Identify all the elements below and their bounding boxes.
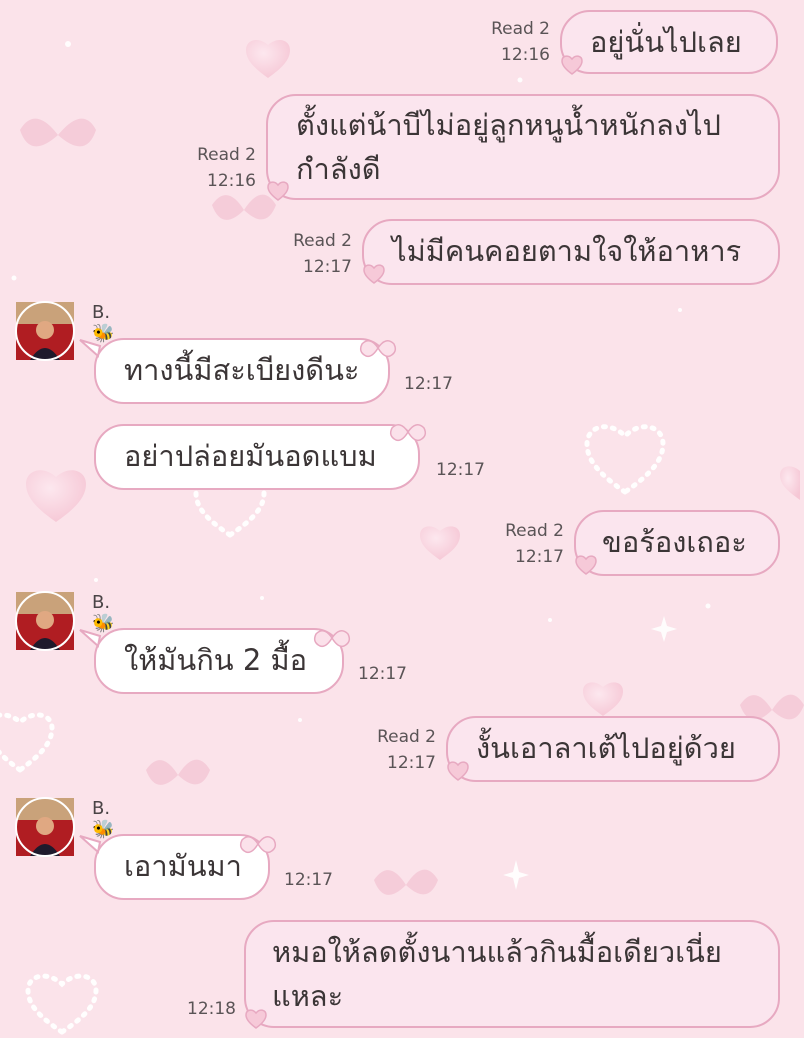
message-bubble[interactable]: เอามันมา [94,834,270,900]
message-bubble[interactable]: ไม่มีคนคอยตามใจให้อาหาร [362,219,780,285]
message-text: เอามันมา [124,849,242,883]
timestamp: 12:16 [501,45,550,65]
read-receipt: Read 2 [505,521,564,541]
read-receipt: Read 2 [491,19,550,39]
message-text: ทางนี้มีสะเบียงดีนะ [124,353,360,387]
message-text: กำลังดี [296,152,381,186]
message-text: ไม่มีคนคอยตามใจให้อาหาร [392,234,742,268]
message-meta: Read 2 12:16 [176,142,256,194]
sender-name: B.🐝 [92,798,115,840]
message-bubble[interactable]: ให้มันกิน 2 มื้อ [94,628,344,694]
message-text: งั้นเอาลาเต้ไปอยู่ด้วย [476,731,736,765]
timestamp: 12:17 [358,664,407,684]
avatar[interactable] [16,798,74,856]
message-bubble[interactable]: อยู่นั่นไปเลย [560,10,778,74]
message-bubble[interactable]: งั้นเอาลาเต้ไปอยู่ด้วย [446,716,780,782]
read-receipt: Read 2 [293,231,352,251]
message-text: ตั้งแต่น้าบีไม่อยู่ลูกหนูน้ำหนักลงไป [296,108,721,142]
message-bubble[interactable]: หมอให้ลดตั้งนานแล้วกินมื้อเดียวเนี่ย แหล… [244,920,780,1028]
read-receipt: Read 2 [197,145,256,165]
sender-name: B.🐝 [92,592,115,634]
avatar-photo-icon [16,302,74,856]
message-meta: Read 2 12:17 [272,228,352,280]
avatar[interactable] [16,302,74,360]
message-meta: Read 2 12:17 [484,518,564,570]
message-bubble[interactable]: ขอร้องเถอะ [574,510,780,576]
message-meta: 12:18 [156,996,236,1022]
sender-name: B.🐝 [92,302,115,344]
timestamp: 12:17 [515,547,564,567]
message-meta: Read 2 12:16 [470,16,550,68]
message-text: ให้มันกิน 2 มื้อ [124,643,308,677]
message-text: อย่าปล่อยมันอดแบม [124,439,377,473]
message-meta: Read 2 12:17 [356,724,436,776]
timestamp: 12:16 [207,171,256,191]
message-bubble[interactable]: อย่าปล่อยมันอดแบม [94,424,420,490]
timestamp: 12:17 [284,870,333,890]
message-bubble[interactable]: ตั้งแต่น้าบีไม่อยู่ลูกหนูน้ำหนักลงไป กำล… [266,94,780,200]
avatar[interactable] [16,592,74,650]
timestamp: 12:17 [387,753,436,773]
message-text: แหละ [272,979,344,1013]
timestamp: 12:17 [303,257,352,277]
timestamp: 12:17 [404,374,453,394]
message-text: หมอให้ลดตั้งนานแล้วกินมื้อเดียวเนี่ย [272,935,722,969]
message-text: ขอร้องเถอะ [602,525,747,559]
message-text: อยู่นั่นไปเลย [590,25,742,59]
read-receipt: Read 2 [377,727,436,747]
message-bubble[interactable]: ทางนี้มีสะเบียงดีนะ [94,338,390,404]
timestamp: 12:18 [187,999,236,1019]
timestamp: 12:17 [436,460,485,480]
